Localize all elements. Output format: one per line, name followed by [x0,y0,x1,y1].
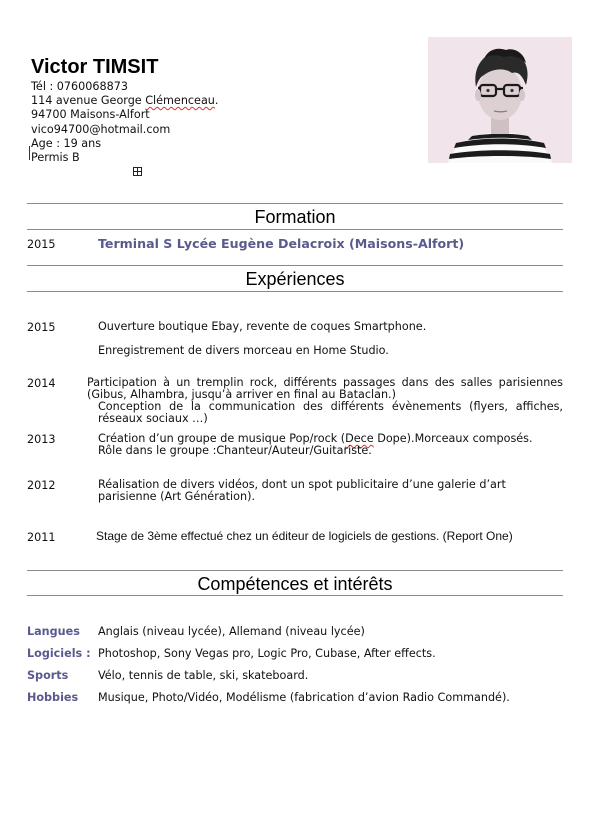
skill-label: Logiciels : [27,647,91,660]
experiences-heading: Expériences [245,269,345,289]
formation-rule-top [27,203,563,204]
phone-text: Tél : 0760068873 [31,80,128,93]
experience-year: 2014 [27,377,56,390]
skills-rule-top [27,570,563,571]
age-text: Age : 19 ans [31,137,102,150]
resize-handle-icon[interactable] [133,167,142,176]
skill-label: Hobbies [27,691,79,704]
experiences-rule-bottom [27,291,563,292]
address-suffix: . [214,94,219,107]
portrait-illustration [428,37,572,163]
experience-year: 2013 [27,433,56,446]
experiences-rule-top [27,265,563,266]
email-text: vico94700@hotmail.com [31,123,171,136]
skill-value: Photoshop, Sony Vegas pro, Logic Pro, Cu… [98,647,436,660]
experience-line: Rôle dans le groupe :Chanteur/Auteur/Gui… [98,444,372,457]
experience-text: Dope).Morceaux composés. [373,432,533,445]
candidate-name: Victor TIMSIT [31,56,159,78]
address-prefix: 114 avenue George [31,94,146,107]
skill-value: Anglais (niveau lycée), Allemand (niveau… [98,625,365,638]
experience-line: Conception de la communication des diffé… [98,400,563,425]
skill-label: Langues [27,625,80,638]
experience-year: 2015 [27,321,56,334]
text-cursor [29,146,30,160]
formation-year: 2015 [27,238,56,251]
experience-line: Participation à un tremplin rock, différ… [87,376,563,401]
portrait-photo [428,37,572,163]
formation-entry: Terminal S Lycée Eugène Delacroix (Maiso… [98,236,465,251]
formation-heading: Formation [254,207,336,227]
skill-value: Vélo, tennis de table, ski, skateboard. [98,669,309,682]
skill-value: Musique, Photo/Vidéo, Modélisme (fabrica… [98,691,510,704]
experience-line: Stage de 3ème effectué chez un éditeur d… [96,529,513,543]
experience-line: Ouverture boutique Ebay, revente de coqu… [98,320,427,333]
address-text: 114 avenue George Clémenceau. [31,94,218,108]
skills-rule-bottom [27,595,563,596]
license-text: Permis B [31,151,80,164]
address-spellword: Clémenceau [145,94,215,107]
experience-year: 2011 [27,531,56,544]
experience-year: 2012 [27,479,56,492]
skill-label: Sports [27,669,69,682]
experience-line: Réalisation de divers vidéos, dont un sp… [98,478,506,503]
city-text: 94700 Maisons-Alfort [31,108,150,121]
formation-rule-bottom [27,229,563,230]
experience-line: Enregistrement de divers morceau en Home… [98,344,389,357]
skills-heading: Compétences et intérêts [197,574,393,594]
